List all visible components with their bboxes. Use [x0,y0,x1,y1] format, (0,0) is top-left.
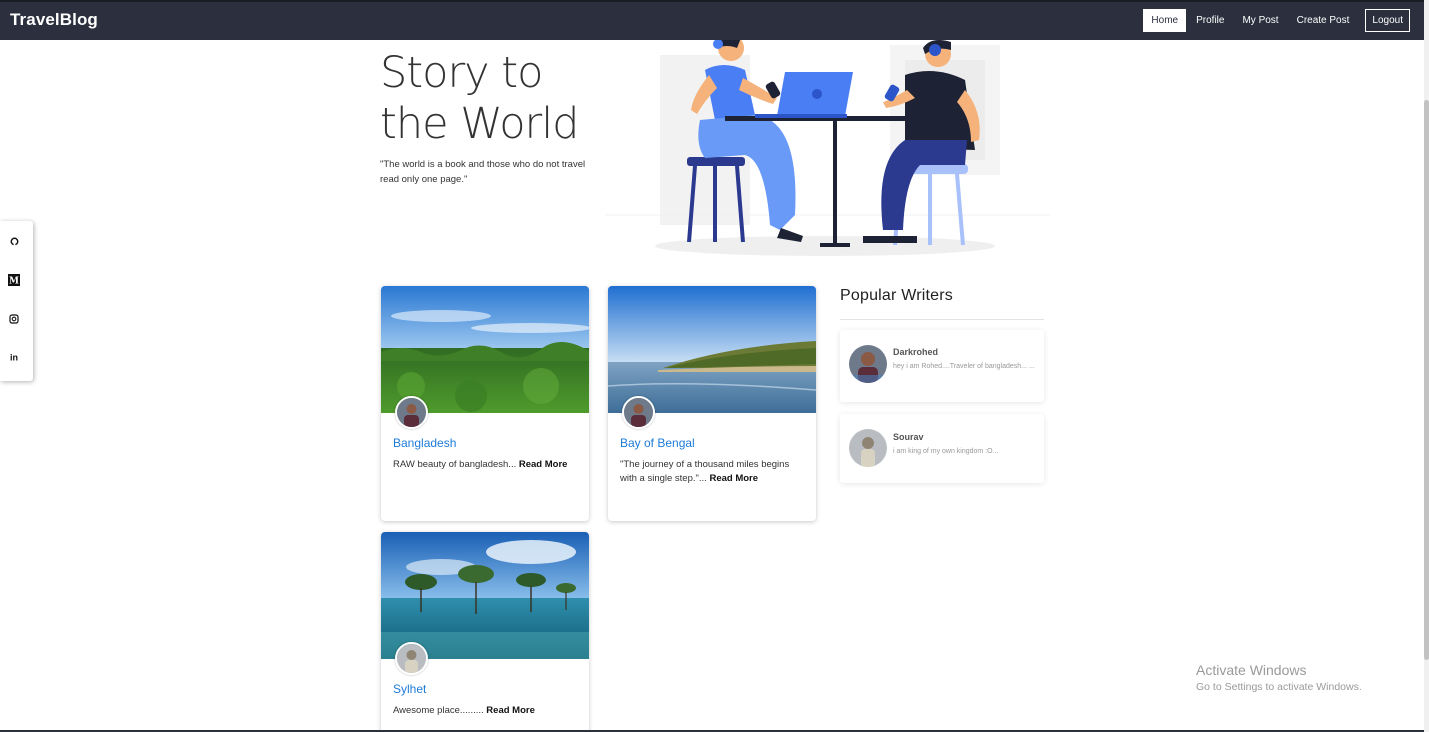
svg-text:in: in [10,353,18,363]
post-image-beach [608,286,816,413]
github-icon[interactable] [8,235,20,247]
author-avatar[interactable] [622,396,655,429]
linkedin-icon[interactable]: in [8,351,20,363]
read-more-link[interactable]: Read More [709,473,758,484]
podcast-illustration [605,40,1050,256]
writer-bio: i am king of my own kingdom :O... [893,448,999,455]
hero-title-line2: the World [380,99,579,149]
writer-avatar[interactable] [849,429,887,467]
instagram-icon[interactable] [8,313,20,325]
medium-icon[interactable]: M [8,274,20,286]
author-avatar[interactable] [395,396,428,429]
post-card[interactable]: Bay of Bengal "The journey of a thousand… [608,286,816,521]
nav-my-post[interactable]: My Post [1234,9,1286,32]
divider [840,319,1044,320]
social-sidebar: M in [0,221,33,381]
scrollbar-thumb[interactable] [1424,100,1429,660]
read-more-link[interactable]: Read More [519,459,568,470]
writer-card[interactable]: Darkrohed hey i am Rohed....Traveler of … [840,330,1044,402]
post-excerpt: RAW beauty of bangladesh... Read More [393,459,568,470]
brand-logo[interactable]: TravelBlog [10,10,98,30]
top-navbar: TravelBlog Home Profile My Post Create P… [0,0,1424,40]
nav-links: Home Profile My Post Create Post Logout [1141,9,1410,32]
writer-name[interactable]: Sourav [893,432,924,442]
logout-button[interactable]: Logout [1365,9,1410,32]
post-image-swamp [381,532,589,659]
svg-text:M: M [9,277,19,287]
author-avatar[interactable] [395,642,428,675]
page-scrollbar[interactable] [1424,0,1429,732]
writer-avatar[interactable] [849,345,887,383]
post-image-forest [381,286,589,413]
nav-home[interactable]: Home [1143,9,1187,32]
writer-bio: hey i am Rohed....Traveler of bangladesh… [893,363,1035,370]
post-title[interactable]: Bangladesh [393,436,456,450]
writer-name[interactable]: Darkrohed [893,347,938,357]
writer-card[interactable]: Sourav i am king of my own kingdom :O... [840,414,1044,483]
nav-create-post[interactable]: Create Post [1289,9,1358,32]
activate-windows-title: Activate Windows [1196,662,1307,678]
popular-writers-heading: Popular Writers [840,287,953,304]
read-more-link[interactable]: Read More [486,705,535,716]
post-card[interactable]: Sylhet Awesome place......... Read More [381,532,589,732]
nav-profile[interactable]: Profile [1188,9,1232,32]
post-excerpt: Awesome place......... Read More [393,705,535,716]
post-title[interactable]: Sylhet [393,682,426,696]
hero-title-line1: Story to [380,48,543,98]
hero-title: Story to the World [380,48,579,150]
post-excerpt: "The journey of a thousand miles begins … [620,459,790,484]
post-title[interactable]: Bay of Bengal [620,436,695,450]
post-card[interactable]: Bangladesh RAW beauty of bangladesh... R… [381,286,589,521]
hero-quote: "The world is a book and those who do no… [380,159,586,185]
activate-windows-subtitle: Go to Settings to activate Windows. [1196,681,1362,693]
